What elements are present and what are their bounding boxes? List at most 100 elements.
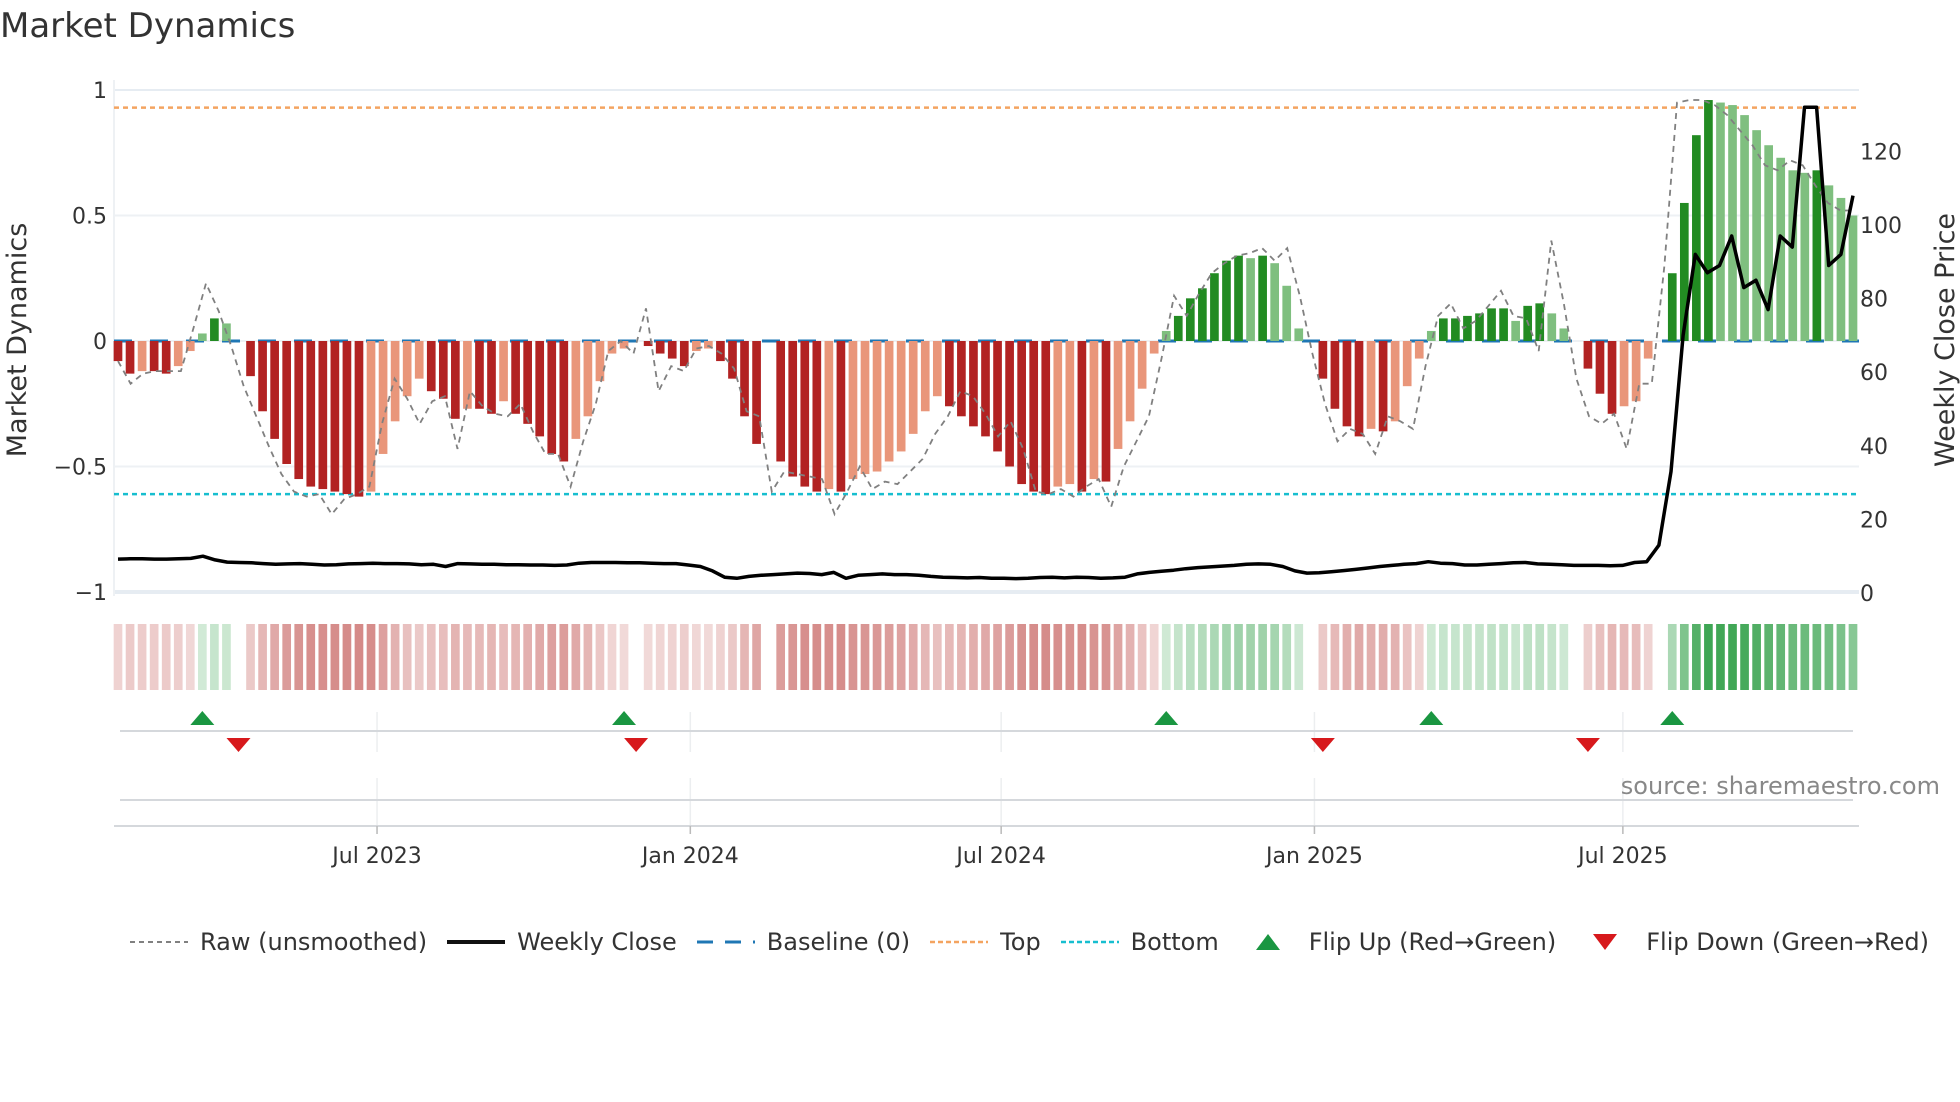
dynamics-bar bbox=[547, 341, 557, 454]
regime-cell bbox=[667, 624, 677, 690]
dynamics-bar bbox=[258, 341, 267, 412]
regime-cell bbox=[1764, 624, 1773, 690]
regime-cell bbox=[523, 624, 532, 690]
dynamics-bar bbox=[438, 341, 448, 399]
regime-cell bbox=[1559, 624, 1569, 690]
dynamics-bar bbox=[908, 341, 918, 434]
regime-cell bbox=[1643, 624, 1653, 690]
regime-cell bbox=[1848, 624, 1858, 690]
dynamics-bar bbox=[1511, 320, 1520, 341]
dynamics-bar bbox=[125, 341, 135, 374]
regime-cell bbox=[1354, 624, 1364, 690]
regime-cell bbox=[185, 624, 195, 690]
dynamics-bar bbox=[1499, 308, 1508, 341]
y2-tick-label: 80 bbox=[1860, 288, 1888, 313]
regime-cell bbox=[776, 624, 786, 690]
dynamics-bar bbox=[812, 341, 822, 492]
regime-cell bbox=[1113, 624, 1123, 690]
dynamics-bar bbox=[1547, 313, 1557, 341]
dynamics-bar bbox=[1005, 341, 1014, 467]
dynamics-bar bbox=[149, 341, 159, 372]
dynamics-bar bbox=[1607, 341, 1617, 414]
regime-cell bbox=[1053, 624, 1063, 690]
dynamics-bar bbox=[595, 341, 605, 382]
dynamics-bar bbox=[920, 341, 930, 412]
regime-cell bbox=[270, 624, 279, 690]
legend-item-close: Weekly Close bbox=[447, 928, 677, 956]
y-tick-label: 0.5 bbox=[72, 205, 107, 230]
dynamics-bar bbox=[366, 341, 376, 492]
regime-cell bbox=[366, 624, 376, 690]
close-line-swatch bbox=[447, 940, 506, 944]
legend-label: Bottom bbox=[1130, 928, 1219, 956]
dynamics-bar bbox=[1812, 170, 1822, 341]
regime-cell bbox=[1270, 624, 1280, 690]
regime-cell bbox=[716, 624, 725, 690]
flip-up-marker bbox=[190, 711, 215, 725]
regime-cell bbox=[1475, 624, 1484, 690]
regime-cell bbox=[1222, 624, 1231, 690]
dynamics-bar bbox=[1210, 273, 1219, 341]
regime-cell bbox=[643, 624, 653, 690]
regime-cell bbox=[848, 624, 858, 690]
regime-cell bbox=[1631, 624, 1641, 690]
y-tick-label: −0.5 bbox=[54, 456, 107, 481]
regime-cell bbox=[1439, 624, 1448, 690]
dynamics-bar bbox=[1246, 258, 1255, 341]
regime-cell bbox=[475, 624, 484, 690]
x-tick-label: Jul 2023 bbox=[330, 844, 422, 869]
dynamics-bar bbox=[836, 341, 846, 492]
dynamics-bar bbox=[318, 341, 328, 490]
dynamics-bar bbox=[342, 341, 352, 495]
dynamics-bar bbox=[740, 341, 749, 417]
dynamics-bar bbox=[1089, 341, 1099, 480]
dynamics-bar bbox=[1752, 130, 1761, 341]
regime-cell bbox=[1246, 624, 1255, 690]
regime-cell bbox=[1607, 624, 1617, 690]
flip-up-marker bbox=[1660, 711, 1685, 725]
legend-label: Baseline (0) bbox=[766, 928, 911, 956]
dynamics-bar bbox=[1342, 341, 1352, 427]
dynamics-bar bbox=[161, 341, 171, 374]
regime-cell bbox=[957, 624, 966, 690]
dynamics-bar bbox=[270, 341, 279, 439]
regime-cell bbox=[1366, 624, 1376, 690]
regime-cell bbox=[932, 624, 942, 690]
regime-cell bbox=[198, 624, 207, 690]
dynamics-bar bbox=[499, 341, 508, 402]
dynamics-bar bbox=[571, 341, 581, 439]
regime-cell bbox=[559, 624, 569, 690]
regime-cell bbox=[161, 624, 171, 690]
regime-cell bbox=[354, 624, 364, 690]
regime-cell bbox=[1752, 624, 1761, 690]
regime-cell bbox=[1234, 624, 1243, 690]
dynamics-bar bbox=[1728, 105, 1737, 341]
regime-cell bbox=[908, 624, 918, 690]
regime-cell bbox=[607, 624, 617, 690]
dynamics-bar bbox=[137, 341, 147, 372]
flip-up-marker bbox=[1154, 711, 1179, 725]
regime-cell bbox=[1342, 624, 1352, 690]
dynamics-bar bbox=[1667, 273, 1677, 341]
dynamics-bar bbox=[1414, 341, 1424, 359]
regime-cell bbox=[1511, 624, 1520, 690]
dynamics-bar bbox=[1234, 255, 1243, 341]
dynamics-bar bbox=[776, 341, 786, 462]
regime-cell bbox=[788, 624, 798, 690]
regime-cell bbox=[1402, 624, 1412, 690]
regime-cell bbox=[210, 624, 219, 690]
dynamics-bar bbox=[1378, 341, 1388, 432]
bars bbox=[113, 100, 1858, 497]
regime-cell bbox=[1210, 624, 1219, 690]
dynamics-bar bbox=[1294, 328, 1304, 341]
regime-cell bbox=[800, 624, 810, 690]
regime-cell bbox=[860, 624, 870, 690]
dynamics-bar bbox=[872, 341, 882, 472]
regime-cell bbox=[511, 624, 520, 690]
legend: Raw (unsmoothed) Weekly Close Baseline (… bbox=[130, 928, 1949, 956]
regime-cell bbox=[1137, 624, 1147, 690]
y-tick-label: 0 bbox=[93, 330, 107, 355]
legend-label: Raw (unsmoothed) bbox=[200, 928, 428, 956]
dynamics-bar bbox=[1559, 328, 1569, 341]
dynamics-bar bbox=[1848, 215, 1858, 341]
